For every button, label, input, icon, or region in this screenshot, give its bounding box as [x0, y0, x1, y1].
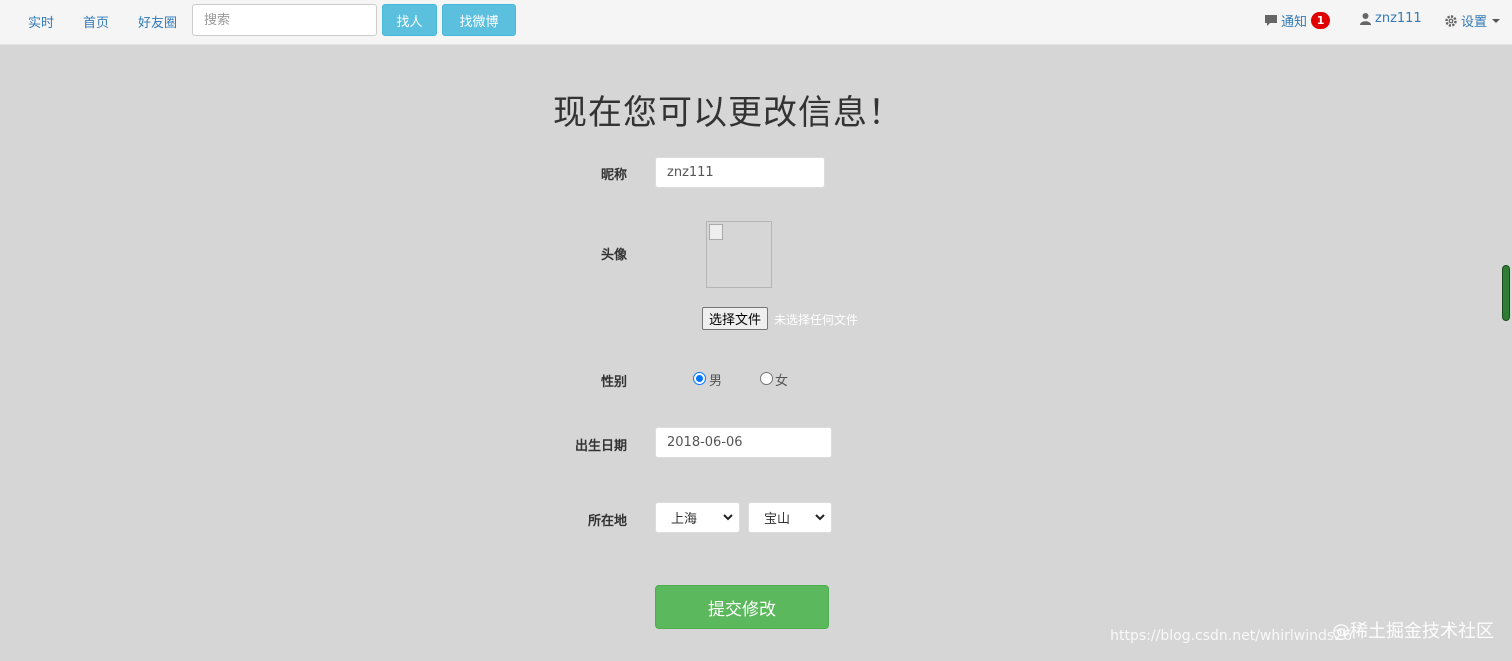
page-title: 现在您可以更改信息！ [553, 93, 903, 133]
notifications-label: 通知 [1281, 15, 1308, 30]
chevron-down-icon [723, 514, 733, 521]
find-people-button[interactable]: 找人 [382, 4, 437, 36]
watermark-brand: @稀土掘金技术社区 [1332, 621, 1494, 642]
choose-file-button[interactable]: 选择文件 [702, 307, 769, 330]
nickname-input[interactable]: znz111 [655, 157, 825, 188]
gender-male-radio[interactable] [693, 372, 706, 385]
broken-image-icon [709, 224, 723, 240]
settings-label: 设置 [1461, 15, 1488, 30]
avatar-label: 头像 [600, 248, 627, 263]
gender-female-radio[interactable] [760, 372, 773, 385]
nav-link-realtime[interactable]: 实时 [28, 12, 54, 31]
username-label: znz111 [1375, 11, 1422, 26]
find-weibo-button[interactable]: 找微博 [442, 4, 516, 36]
nav-link-friends[interactable]: 好友圈 [138, 12, 177, 31]
province-select[interactable]: 上海 [655, 502, 740, 533]
notification-count-badge: 1 [1311, 12, 1331, 29]
gear-icon [1445, 14, 1457, 27]
watermark-url: https://blog.csdn.net/whirlwinds26 [1110, 628, 1352, 644]
caret-down-icon [1492, 18, 1501, 23]
scrollbar-thumb[interactable] [1502, 265, 1510, 321]
comment-icon [1265, 15, 1277, 26]
settings-dropdown[interactable]: 设置 [1444, 11, 1501, 30]
gender-female-label: 女 [775, 374, 789, 389]
top-navbar: 实时 首页 好友圈 找人 找微博 通知 1 znz111 设置 [0, 0, 1512, 45]
user-icon [1360, 13, 1371, 25]
nav-link-home[interactable]: 首页 [83, 12, 109, 31]
location-label: 所在地 [587, 514, 627, 529]
district-value: 宝山 [764, 512, 791, 527]
province-value: 上海 [671, 512, 698, 527]
file-status-text: 未选择任何文件 [774, 313, 859, 327]
gender-label: 性别 [600, 375, 627, 390]
submit-changes-button[interactable]: 提交修改 [655, 585, 829, 629]
user-profile-link[interactable]: znz111 [1359, 11, 1422, 26]
notifications-link[interactable]: 通知 1 [1264, 11, 1331, 30]
nickname-label: 昵称 [600, 168, 627, 183]
district-select[interactable]: 宝山 [748, 502, 832, 533]
birthdate-input[interactable]: 2018-06-06 [655, 427, 832, 458]
gender-male-label: 男 [709, 374, 723, 389]
birthdate-label: 出生日期 [574, 439, 627, 454]
avatar-image [706, 221, 772, 288]
chevron-down-icon [815, 514, 825, 521]
search-input[interactable] [192, 4, 377, 36]
